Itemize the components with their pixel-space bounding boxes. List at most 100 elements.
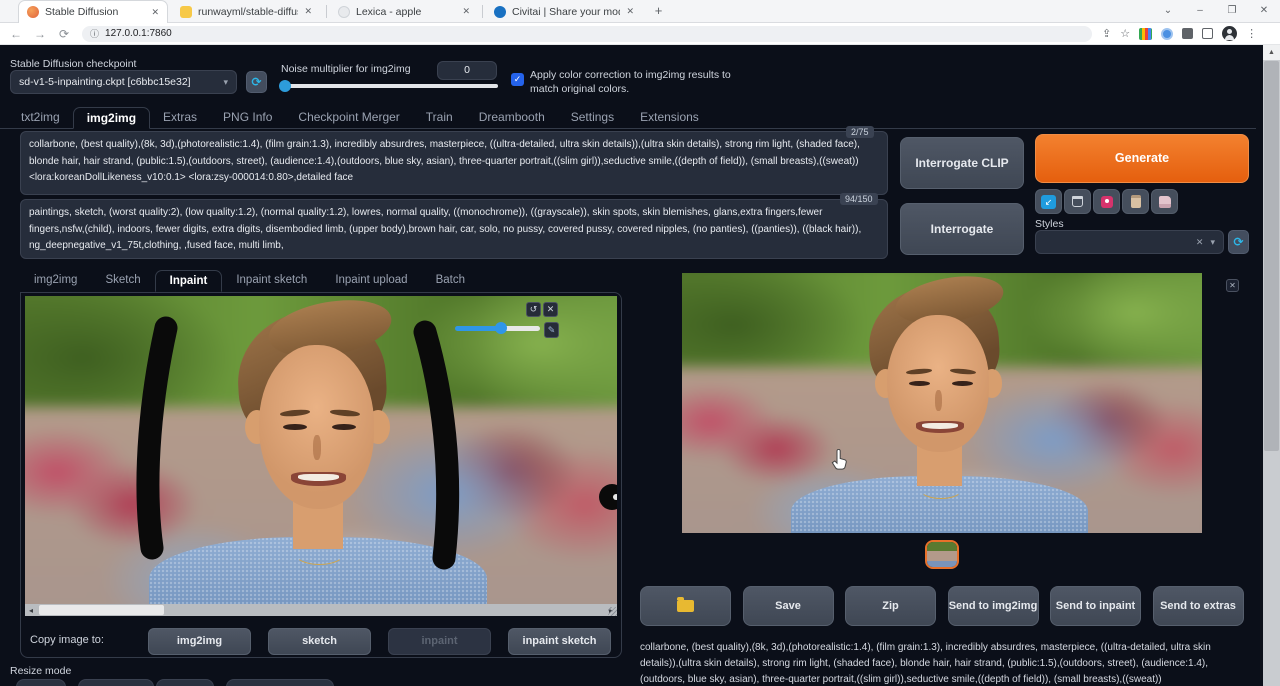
tab-png-info[interactable]: PNG Info <box>210 107 285 128</box>
extension-film-icon[interactable] <box>1139 27 1153 40</box>
send-to-inpaint-button[interactable]: Send to inpaint <box>1050 586 1141 626</box>
resize-mode-option[interactable] <box>16 679 66 686</box>
generated-image <box>682 273 1202 533</box>
resize-mode-option[interactable] <box>156 679 214 686</box>
address-bar[interactable]: ⓘ 127.0.0.1:7860 <box>82 25 1092 42</box>
profile-avatar[interactable] <box>1222 26 1238 41</box>
negative-prompt-input[interactable]: paintings, sketch, (worst quality:2), (l… <box>20 199 888 259</box>
window-chevron-icon[interactable]: ⌄ <box>1152 0 1184 23</box>
scroll-left-icon[interactable]: ◂ <box>25 606 37 615</box>
new-tab-button[interactable]: + <box>650 3 667 20</box>
gallery-thumbnail[interactable] <box>925 540 959 569</box>
noise-multiplier-slider[interactable] <box>281 84 498 88</box>
scroll-up-icon[interactable]: ▲ <box>1263 45 1280 60</box>
tab-separator <box>482 5 483 18</box>
browser-menu-icon[interactable]: ⋮ <box>1246 27 1257 40</box>
civitai-favicon <box>494 5 506 18</box>
tab-dreambooth[interactable]: Dreambooth <box>466 107 558 128</box>
tab-extensions[interactable]: Extensions <box>627 107 712 128</box>
browser-tab-runwayml[interactable]: runwayml/stable-diffusion-inpa ✕ <box>172 0 320 23</box>
send-to-img2img-button[interactable]: Send to img2img <box>947 586 1039 626</box>
reload-icon[interactable]: ⟳ <box>52 27 76 41</box>
scrollbar-thumb[interactable] <box>1264 61 1279 451</box>
site-info-icon[interactable]: ⓘ <box>90 27 99 40</box>
checkpoint-label: Stable Diffusion checkpoint <box>10 58 137 70</box>
canvas-undo-button[interactable]: ↺ <box>526 302 541 317</box>
sidebar-panel-icon[interactable] <box>1202 28 1214 39</box>
prompt-input[interactable]: collarbone, (best quality),(8k, 3d),(pho… <box>20 131 888 195</box>
result-close-button[interactable]: ✕ <box>1226 279 1239 292</box>
paste-generation-params-button[interactable]: ↙ <box>1035 189 1062 214</box>
resize-mode-label: Resize mode <box>10 665 72 677</box>
tab-extras[interactable]: Extras <box>150 107 210 128</box>
main-tab-bar: txt2img img2img Extras PNG Info Checkpoi… <box>0 107 1256 129</box>
window-minimize-icon[interactable]: – <box>1184 0 1216 23</box>
window-close-icon[interactable]: ✕ <box>1248 0 1280 23</box>
toolbar-icons: ⇪ ☆ ⋮ <box>1102 26 1257 41</box>
extra-networks-card-icon <box>1100 195 1113 208</box>
extensions-puzzle-icon[interactable] <box>1182 28 1194 39</box>
browser-tab-lexica[interactable]: Lexica - apple ✕ <box>330 0 478 23</box>
tab-close-icon[interactable]: ✕ <box>304 6 312 17</box>
tab-checkpoint-merger[interactable]: Checkpoint Merger <box>285 107 412 128</box>
clear-prompt-button[interactable] <box>1064 189 1091 214</box>
window-controls: ⌄ – ❐ ✕ <box>1152 0 1280 23</box>
styles-dropdown[interactable]: ✕ ▾ <box>1035 230 1224 254</box>
copy-to-sketch-button[interactable]: sketch <box>268 628 371 655</box>
tab-img2img[interactable]: img2img <box>72 107 151 129</box>
noise-slider-handle[interactable] <box>279 80 291 92</box>
interrogate-deepbooru-button[interactable]: Interrogate DeepBooru <box>900 203 1024 286</box>
tab-close-icon[interactable]: ✕ <box>626 6 634 17</box>
subtab-sketch[interactable]: Sketch <box>91 270 154 292</box>
canvas-clear-button[interactable]: ✕ <box>543 302 558 317</box>
send-to-extras-button[interactable]: Send to extras <box>1152 586 1244 626</box>
canvas-horizontal-scrollbar[interactable]: ◂ ▸ <box>25 604 617 616</box>
tab-close-icon[interactable]: ✕ <box>151 7 159 18</box>
save-style-button[interactable] <box>1151 189 1178 214</box>
scrollbar-thumb[interactable] <box>39 605 164 615</box>
resize-mode-option[interactable] <box>78 679 154 686</box>
tab-settings[interactable]: Settings <box>558 107 627 128</box>
noise-multiplier-value[interactable]: 0 <box>437 61 497 80</box>
browser-tab-stable-diffusion[interactable]: Stable Diffusion ✕ <box>18 0 168 23</box>
subtab-batch[interactable]: Batch <box>422 270 479 292</box>
inpaint-canvas[interactable]: ↺ ✕ ✎ <box>25 296 617 605</box>
share-icon[interactable]: ⇪ <box>1102 27 1111 40</box>
subtab-inpaint-upload[interactable]: Inpaint upload <box>321 270 421 292</box>
tab-close-icon[interactable]: ✕ <box>462 6 470 17</box>
copy-to-inpaint-sketch-button[interactable]: inpaint sketch <box>508 628 611 655</box>
clear-icon[interactable]: ✕ <box>1196 237 1204 248</box>
canvas-resize-grip[interactable] <box>608 607 617 616</box>
back-icon[interactable]: ← <box>4 27 28 41</box>
interrogate-clip-button[interactable]: Interrogate CLIP <box>900 137 1024 189</box>
extension-blue-icon[interactable] <box>1161 27 1174 40</box>
resize-mode-option[interactable] <box>226 679 334 686</box>
extra-networks-button[interactable] <box>1093 189 1120 214</box>
result-image[interactable] <box>682 273 1202 533</box>
zip-button[interactable]: Zip <box>845 586 936 626</box>
subtab-img2img[interactable]: img2img <box>20 270 91 292</box>
browser-tab-civitai[interactable]: Civitai | Share your models ✕ <box>486 0 642 23</box>
window-restore-icon[interactable]: ❐ <box>1216 0 1248 23</box>
tab-train[interactable]: Train <box>413 107 466 128</box>
bookmark-star-icon[interactable]: ☆ <box>1120 27 1130 40</box>
generate-button[interactable]: Generate <box>1035 134 1249 183</box>
apply-styles-button[interactable] <box>1122 189 1149 214</box>
checkpoint-dropdown[interactable]: sd-v1-5-inpainting.ckpt [c6bbc15e32] ▾ <box>10 70 237 94</box>
tab-title: Stable Diffusion <box>45 6 119 18</box>
page-vertical-scrollbar[interactable]: ▲ <box>1263 45 1280 686</box>
subtab-inpaint-sketch[interactable]: Inpaint sketch <box>222 270 321 292</box>
color-correction-checkbox[interactable]: ✓ <box>511 73 524 86</box>
brush-tool-button[interactable]: ✎ <box>544 322 559 338</box>
checkpoint-refresh-button[interactable]: ⟳ <box>246 71 267 93</box>
subtab-inpaint[interactable]: Inpaint <box>154 270 223 292</box>
forward-icon[interactable]: → <box>28 27 52 41</box>
styles-refresh-button[interactable]: ⟳ <box>1228 230 1249 254</box>
copy-image-to-label: Copy image to: <box>30 634 104 646</box>
brush-size-handle[interactable] <box>495 322 507 334</box>
tab-txt2img[interactable]: txt2img <box>8 107 73 128</box>
save-button[interactable]: Save <box>742 586 834 626</box>
person-eye <box>951 380 973 387</box>
open-folder-button[interactable] <box>640 586 731 626</box>
copy-to-img2img-button[interactable]: img2img <box>148 628 251 655</box>
